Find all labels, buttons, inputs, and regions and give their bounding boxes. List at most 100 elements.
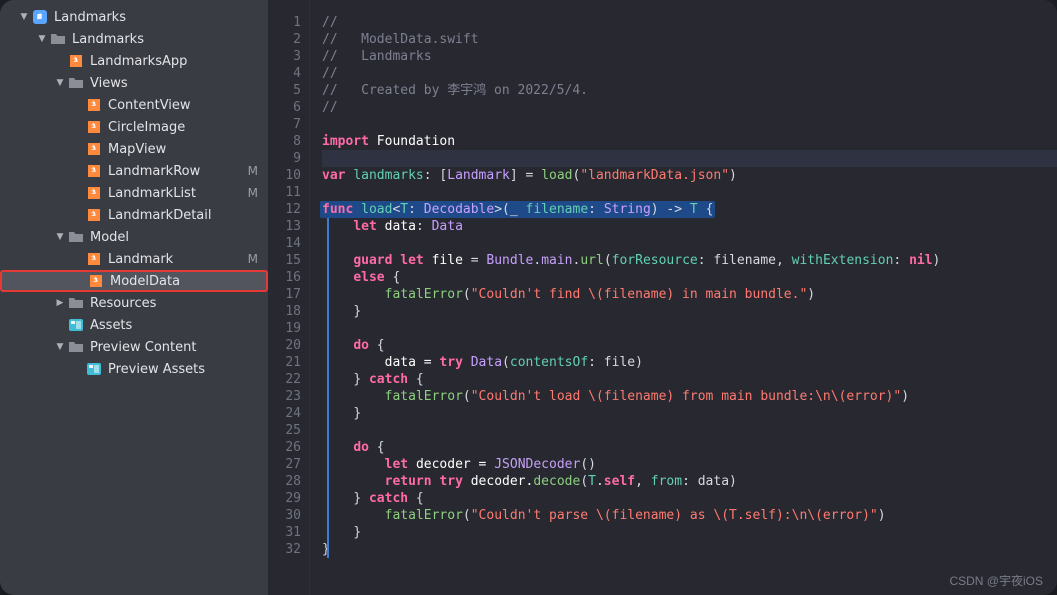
token: do [353,337,369,354]
code-line[interactable]: fatalError("Couldn't load \(filename) fr… [322,388,1057,405]
code-line[interactable]: import Foundation [322,133,1057,150]
code-line[interactable]: // ModelData.swift [322,31,1057,48]
token: Bundle [486,252,533,269]
token: // [322,65,338,82]
code-line[interactable]: do { [322,439,1057,456]
token: : [588,202,604,217]
chevron-down-icon[interactable]: ▼ [54,78,66,88]
code-line[interactable]: } [322,541,1057,558]
code-line[interactable] [322,150,1057,167]
line-number: 1 [268,14,301,31]
tree-item-label: ModelData [110,274,256,289]
folder-icon [68,295,84,311]
tree-item-assets[interactable]: ▼Assets [0,314,268,336]
tree-item-mapview[interactable]: ▼MapView [0,138,268,160]
token: . [533,252,541,269]
code-line[interactable] [322,320,1057,337]
code-line[interactable]: // Created by 李宇鸿 on 2022/5/4. [322,82,1057,99]
line-number: 28 [268,473,301,490]
code-line[interactable] [322,422,1057,439]
line-number: 15 [268,252,301,269]
tree-item-views[interactable]: ▼Views [0,72,268,94]
tree-item-landmarks[interactable]: ▼Landmarks [0,6,268,28]
token: : [893,252,909,269]
fold-bar [327,388,329,405]
code-line[interactable]: // [322,99,1057,116]
tree-item-preview-assets[interactable]: ▼Preview Assets [0,358,268,380]
token: decode [533,473,580,490]
tree-item-label: LandmarksApp [90,54,258,69]
code-line[interactable]: } [322,405,1057,422]
code-area[interactable]: //// ModelData.swift// Landmarks//// Cre… [310,0,1057,595]
token: // [322,99,338,116]
chevron-down-icon[interactable]: ▼ [54,232,66,242]
tree-item-modeldata[interactable]: ▼ModelData [0,270,268,292]
code-line[interactable]: } catch { [322,490,1057,507]
chevron-down-icon[interactable]: ▼ [36,34,48,44]
code-line[interactable] [322,116,1057,133]
code-line[interactable]: // [322,14,1057,31]
fold-bar [327,405,329,422]
line-gutter: 1234567891011121314151617181920212223242… [268,0,310,595]
code-line[interactable] [322,184,1057,201]
tree-item-model[interactable]: ▼ Model [0,226,268,248]
code-line[interactable]: } catch { [322,371,1057,388]
token: T [690,202,698,217]
tree-item-label: Model [90,230,258,245]
token: { [385,269,401,286]
token: { [369,439,385,456]
token: decoder = [416,456,494,473]
token: return try [385,473,471,490]
line-number: 23 [268,388,301,405]
code-line[interactable]: else { [322,269,1057,286]
code-line[interactable]: } [322,303,1057,320]
line-number: 6 [268,99,301,116]
tree-item-label: Assets [90,318,258,333]
code-line[interactable]: let decoder = JSONDecoder() [322,456,1057,473]
code-line[interactable]: return try decoder.decode(T.self, from: … [322,473,1057,490]
tree-item-circleimage[interactable]: ▼CircleImage [0,116,268,138]
token: : file) [588,354,643,371]
modified-badge: M [242,164,258,178]
code-line[interactable]: fatalError("Couldn't parse \(filename) a… [322,507,1057,524]
code-line[interactable]: var landmarks: [Landmark] = load("landma… [322,167,1057,184]
code-line[interactable]: data = try Data(contentsOf: file) [322,354,1057,371]
tree-item-landmarkrow[interactable]: ▼LandmarkRowM [0,160,268,182]
tree-item-contentview[interactable]: ▼ContentView [0,94,268,116]
tree-item-landmarks[interactable]: ▼Landmarks [0,28,268,50]
line-number: 4 [268,65,301,82]
token: _ [510,202,526,217]
code-editor[interactable]: 1234567891011121314151617181920212223242… [268,0,1057,595]
code-line[interactable] [322,235,1057,252]
tree-item-landmarksapp[interactable]: ▼LandmarksApp [0,50,268,72]
token: // Landmarks [322,48,432,65]
tree-item-preview-content[interactable]: ▼Preview Content [0,336,268,358]
token: . [573,252,581,269]
tree-item-landmark[interactable]: ▼LandmarkM [0,248,268,270]
folder-icon [68,75,84,91]
fold-bar [327,490,329,507]
assets-icon [86,361,102,377]
swift-icon [68,53,84,69]
project-navigator[interactable]: ▼Landmarks▼Landmarks▼LandmarksApp▼Views▼… [0,0,268,595]
code-line[interactable]: do { [322,337,1057,354]
code-line[interactable]: // Landmarks [322,48,1057,65]
code-line[interactable]: func load<T: Decodable>(_ filename: Stri… [322,201,1057,218]
token: try [439,354,470,371]
code-line[interactable]: } [322,524,1057,541]
line-number: 20 [268,337,301,354]
tree-item-label: LandmarkRow [108,164,242,179]
tree-item-landmarklist[interactable]: ▼LandmarkListM [0,182,268,204]
code-line[interactable]: guard let file = Bundle.main.url(forReso… [322,252,1057,269]
token: ) [729,167,737,184]
code-line[interactable]: fatalError("Couldn't find \(filename) in… [322,286,1057,303]
chevron-down-icon[interactable]: ▼ [18,12,30,22]
code-line[interactable]: let data: Data [322,218,1057,235]
tree-item-landmarkdetail[interactable]: ▼LandmarkDetail [0,204,268,226]
token: Decodable [424,202,494,217]
tree-item-resources[interactable]: ▶Resources [0,292,268,314]
chevron-down-icon[interactable]: ▼ [54,342,66,352]
chevron-right-icon[interactable]: ▶ [54,298,66,308]
token: JSONDecoder [494,456,580,473]
code-line[interactable]: // [322,65,1057,82]
